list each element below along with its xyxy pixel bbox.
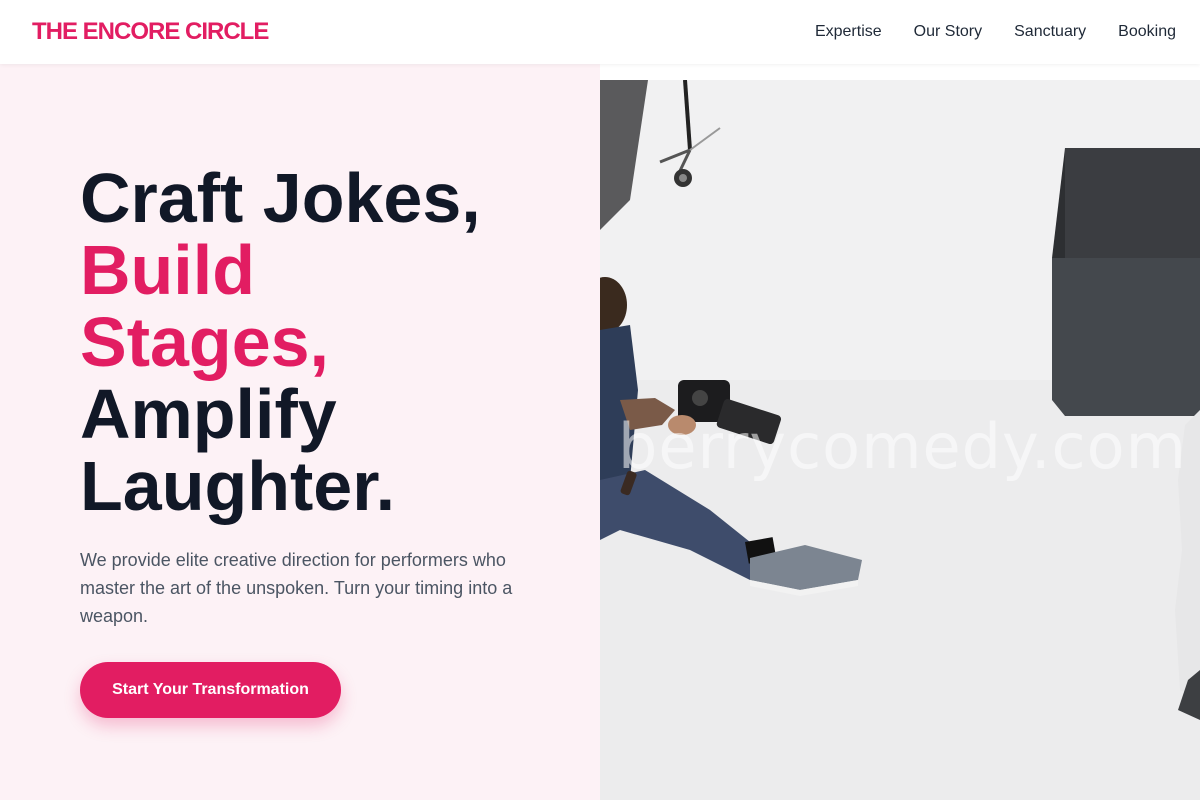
hero-content: Craft Jokes, Build Stages, Amplify Laugh… <box>0 64 600 800</box>
headline-line-3: Stages, <box>80 303 329 381</box>
top-navbar: THE ENCORE CIRCLE Expertise Our Story Sa… <box>0 0 1200 64</box>
headline-line-5: Laughter. <box>80 447 396 525</box>
nav-link-our-story[interactable]: Our Story <box>914 23 982 41</box>
main-nav: Expertise Our Story Sanctuary Booking <box>815 23 1176 41</box>
headline-line-1: Craft Jokes, <box>80 159 481 237</box>
image-watermark: berrycomedy.com <box>618 410 1187 483</box>
hero-description: We provide elite creative direction for … <box>80 550 513 626</box>
start-transformation-button[interactable]: Start Your Transformation <box>80 662 341 718</box>
nav-link-expertise[interactable]: Expertise <box>815 23 882 41</box>
nav-link-sanctuary[interactable]: Sanctuary <box>1014 23 1086 41</box>
nav-link-booking[interactable]: Booking <box>1118 23 1176 41</box>
hero-headline: Craft Jokes, Build Stages, Amplify Laugh… <box>80 162 580 522</box>
hero-photo: berrycomedy.com <box>600 80 1200 800</box>
brand-logo[interactable]: THE ENCORE CIRCLE <box>32 18 269 46</box>
headline-line-2: Build <box>80 231 255 309</box>
headline-line-4: Amplify <box>80 375 337 453</box>
